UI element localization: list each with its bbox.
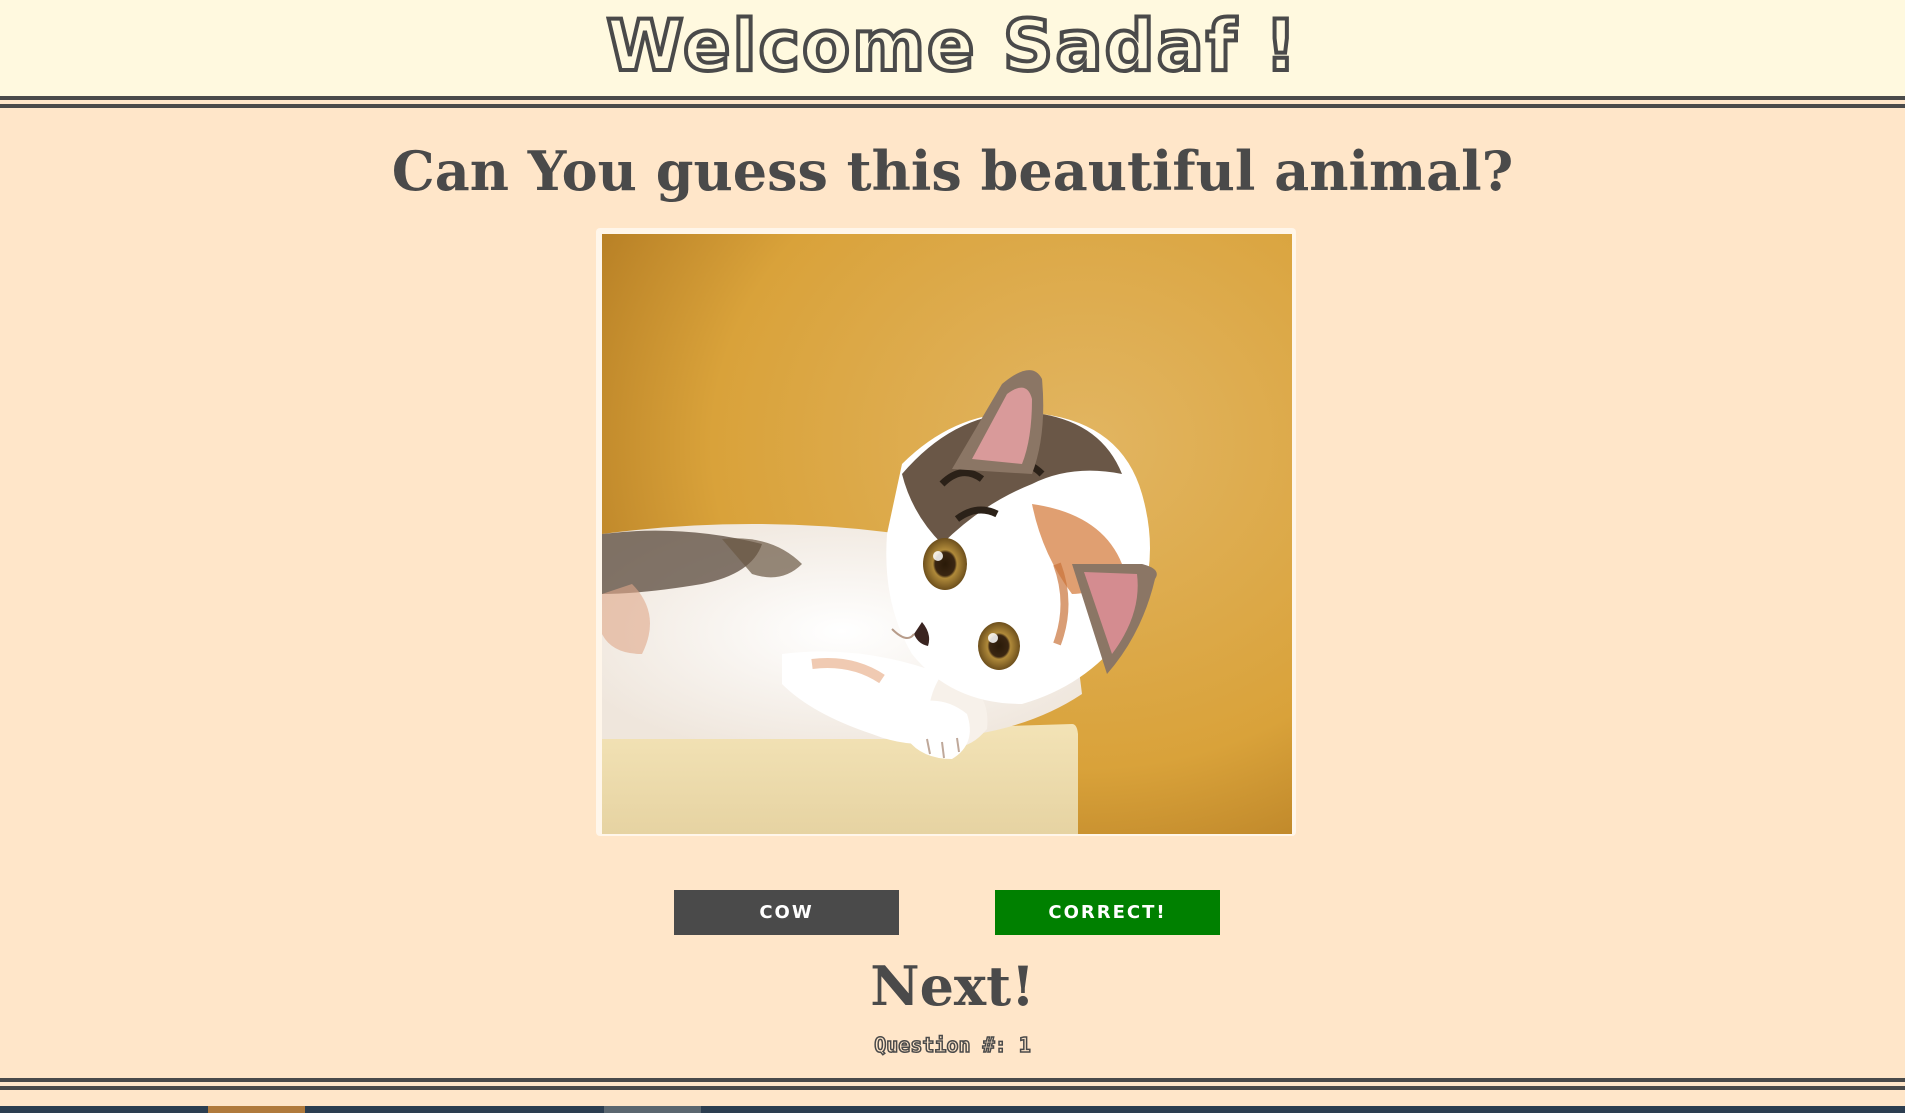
animal-photo bbox=[602, 234, 1292, 834]
question-text: Can You guess this beautiful animal? bbox=[391, 139, 1514, 203]
footer-divider-top bbox=[0, 1078, 1905, 1082]
answer-button-cow[interactable]: COW bbox=[674, 890, 899, 935]
answer-button-correct[interactable]: CORRECT! bbox=[995, 890, 1220, 935]
footer-segment bbox=[604, 1106, 701, 1113]
footer-divider-bottom bbox=[0, 1086, 1905, 1090]
welcome-title: Welcome Sadaf ! bbox=[604, 3, 1299, 89]
header-divider bbox=[0, 104, 1905, 108]
footer-segment bbox=[208, 1106, 305, 1113]
kitten-illustration bbox=[602, 234, 1292, 834]
footer-bar bbox=[0, 1106, 1905, 1113]
next-button[interactable]: Next! bbox=[0, 954, 1905, 1018]
question-counter: Question #: 1 bbox=[873, 1032, 1031, 1058]
header: Welcome Sadaf ! bbox=[0, 0, 1905, 100]
animal-photo-frame bbox=[596, 228, 1296, 836]
